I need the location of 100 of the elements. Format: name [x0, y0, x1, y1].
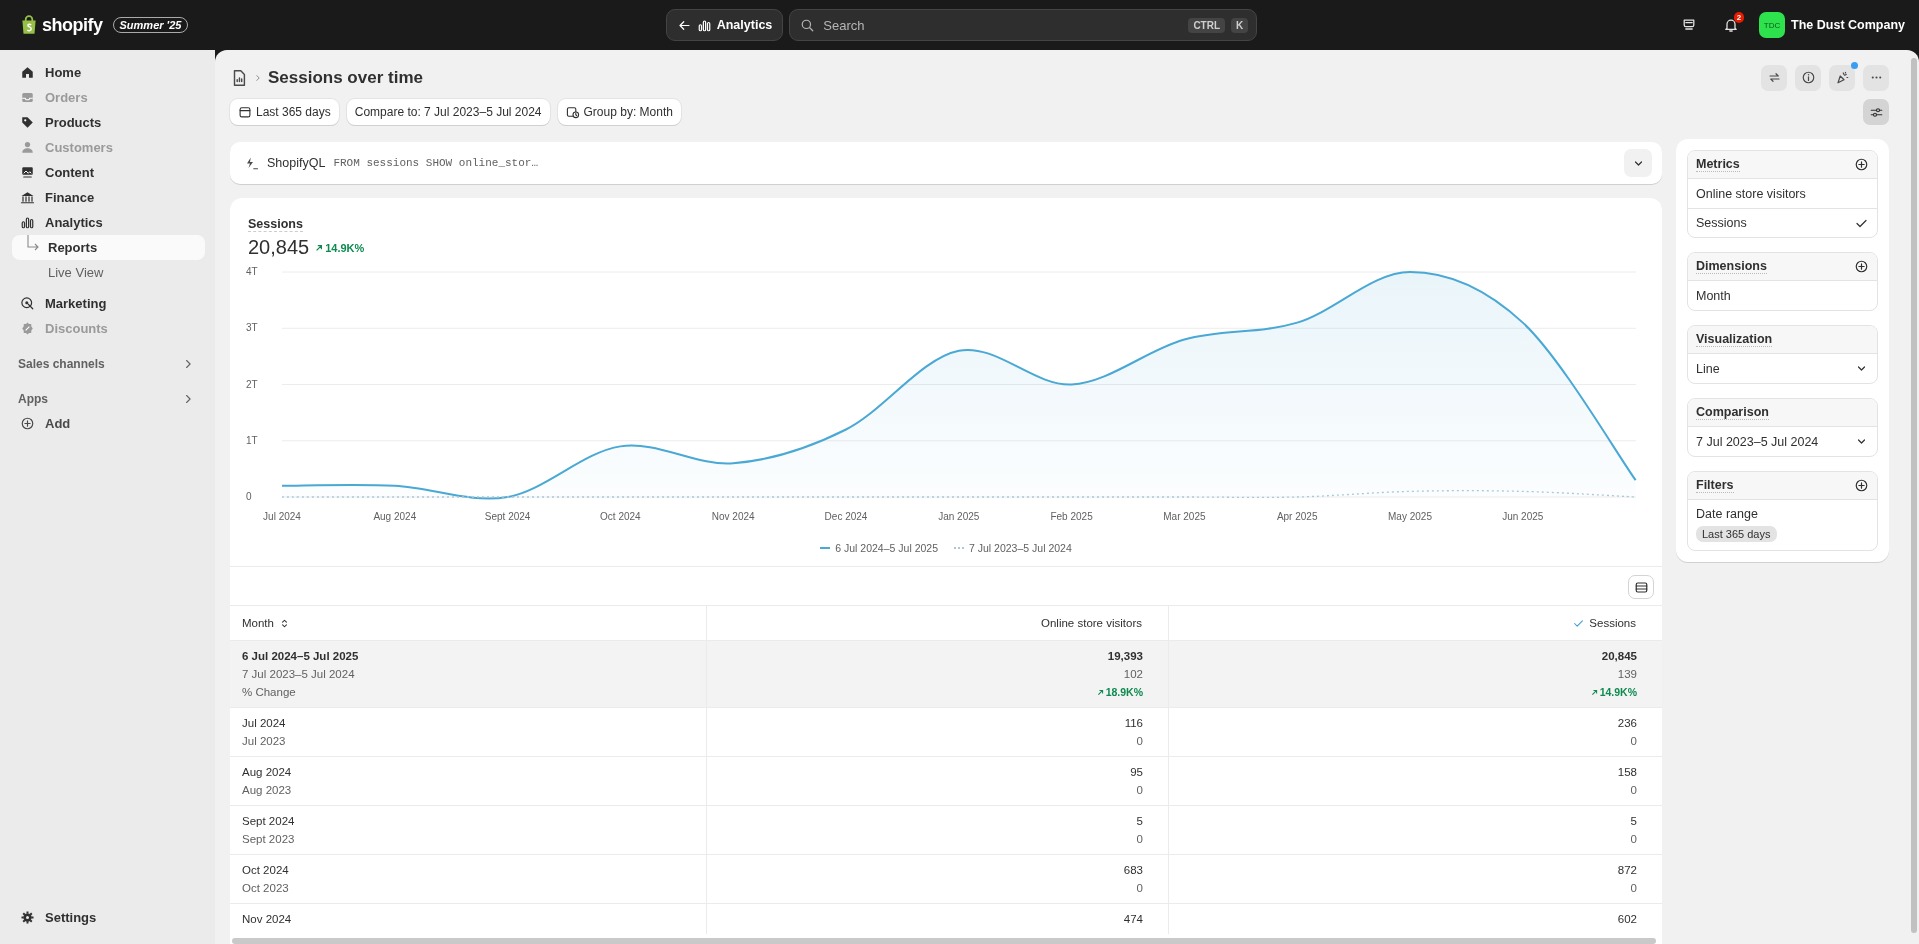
plus-circle-icon — [20, 416, 35, 431]
badge-icon — [20, 321, 35, 336]
table-cell-text: 19,393 — [1106, 649, 1143, 664]
table-cell-text: % Change — [242, 685, 297, 700]
tag-icon — [20, 115, 35, 130]
table-cell-text: 236 — [1616, 716, 1637, 731]
x-axis-label: Aug 2024 — [373, 511, 417, 522]
x-axis-label: Dec 2024 — [824, 511, 868, 522]
filter-button[interactable]: Last 365 days — [230, 99, 339, 125]
table-cell-text: 0 — [1135, 881, 1143, 896]
table-cell-text: Sept 2023 — [242, 832, 296, 847]
section-title: Filters — [1696, 478, 1734, 493]
search-field[interactable]: Search CTRL K — [789, 9, 1258, 41]
x-axis-label: May 2025 — [1388, 511, 1432, 522]
section-title: Visualization — [1696, 332, 1773, 347]
filter-label: Date range — [1696, 507, 1759, 521]
x-axis-label: Jan 2025 — [938, 511, 980, 522]
settings-toggle-button[interactable] — [1863, 99, 1889, 125]
nav-item[interactable]: Marketing — [12, 291, 205, 316]
table-cell-text: Aug 2024 — [242, 765, 293, 780]
table-cell-text: Jul 2024 — [242, 716, 287, 731]
x-axis-label: Apr 2025 — [1276, 511, 1318, 522]
horizontal-scrollbar[interactable] — [232, 938, 1656, 944]
y-axis-label: 3T — [246, 322, 258, 334]
back-button[interactable]: Analytics — [665, 9, 784, 41]
filter-button[interactable]: Compare to: 7 Jul 2023–5 Jul 2024 — [346, 99, 550, 125]
bar-chart-icon — [696, 17, 712, 33]
vertical-scrollbar[interactable] — [1911, 58, 1917, 933]
table-cell-text: 139 — [1616, 667, 1637, 682]
x-axis-label: Jul 2024 — [263, 511, 301, 522]
legend-item: 7 Jul 2023–5 Jul 2024 — [954, 542, 1072, 554]
metric-option[interactable]: Sessions — [1688, 208, 1877, 237]
gear-icon — [20, 910, 35, 925]
nav-item[interactable]: Add — [12, 411, 205, 436]
metric-option[interactable]: Online store visitors — [1688, 179, 1877, 208]
metric-option[interactable]: Month — [1688, 281, 1877, 310]
notification-dot — [1851, 61, 1858, 69]
table-cell-text: 102 — [1122, 667, 1143, 682]
info-icon — [1800, 70, 1816, 85]
table-cell-text: 0 — [1629, 832, 1637, 847]
table-cell-text: 95 — [1129, 765, 1143, 780]
query-code: FROM sessions SHOW online_stor… — [333, 157, 539, 169]
filter-tag[interactable]: Last 365 days — [1696, 526, 1777, 542]
table-cell-text: Aug 2023 — [242, 783, 293, 798]
add-button[interactable] — [1854, 259, 1869, 274]
table-cell-text: Oct 2024 — [242, 863, 290, 878]
table-cell-text: Nov 2024 — [242, 912, 293, 927]
dropdown[interactable]: Line — [1688, 354, 1877, 383]
filter-button[interactable]: Group by: Month — [557, 99, 681, 125]
y-axis-label: 4T — [246, 266, 258, 277]
nav-item[interactable]: Analytics — [12, 210, 205, 235]
nav-item[interactable]: Home — [12, 60, 205, 85]
notification-count: 2 — [1733, 12, 1745, 23]
table-icon — [1633, 579, 1649, 595]
nav-item[interactable]: Finance — [12, 185, 205, 210]
nav-subitem[interactable]: Reports — [12, 235, 205, 260]
shortcut-key: CTRL — [1188, 17, 1226, 33]
home-icon — [20, 65, 35, 80]
monitor-icon — [20, 165, 35, 180]
query-bar[interactable]: ShopifyQL FROM sessions SHOW online_stor… — [230, 142, 1662, 184]
page-title: Sessions over time — [268, 67, 423, 88]
table-cell-text: 0 — [1629, 734, 1637, 749]
notifications-button[interactable]: 2 — [1717, 11, 1746, 39]
search-input[interactable]: Search — [821, 16, 1183, 34]
table-cell-text: 0 — [1629, 783, 1637, 798]
table-cell-text: 474 — [1122, 912, 1143, 927]
column-header[interactable]: Month — [230, 606, 706, 640]
table-cell-text: 683 — [1122, 863, 1143, 878]
section-title: Comparison — [1696, 405, 1769, 420]
table-cell-text: 20,845 — [1600, 649, 1637, 664]
nav-subitem[interactable]: Live View — [12, 260, 205, 285]
table-cell-text: 5 — [1629, 814, 1637, 829]
section-title: Metrics — [1696, 157, 1740, 172]
party-popper-icon — [1834, 70, 1850, 85]
add-button[interactable] — [1854, 478, 1869, 493]
toolbar-button[interactable] — [1829, 64, 1855, 91]
section-header[interactable]: Apps — [12, 386, 205, 411]
x-axis-label: Jun 2025 — [1502, 511, 1544, 522]
add-button[interactable] — [1854, 157, 1869, 172]
store-avatar: TDC — [1759, 12, 1786, 38]
table-cell-text: Sept 2024 — [242, 814, 296, 829]
table-cell-text: 158 — [1616, 765, 1637, 780]
lightning-icon — [244, 155, 259, 171]
x-axis-label: Sept 2024 — [484, 511, 531, 522]
table-view-button[interactable] — [1628, 575, 1654, 599]
connector-arrow-icon — [26, 234, 40, 253]
nav-item[interactable]: Settings — [12, 905, 205, 930]
toolbar-button[interactable] — [1795, 64, 1821, 91]
section-header[interactable]: Sales channels — [12, 351, 205, 376]
y-axis-label: 2T — [246, 378, 258, 390]
nav-item[interactable]: Products — [12, 110, 205, 135]
bar-chart-icon — [20, 215, 35, 230]
nav-item[interactable]: Content — [12, 160, 205, 185]
calendar-clock-icon — [565, 105, 580, 119]
x-axis-label: Feb 2025 — [1050, 511, 1093, 522]
account-button[interactable]: TDC The Dust Company — [1759, 12, 1905, 38]
dropdown[interactable]: 7 Jul 2023–5 Jul 2024 — [1688, 427, 1877, 456]
table-cell-text: 0 — [1135, 734, 1143, 749]
plus-circle-icon — [1854, 259, 1869, 274]
change-indicator: 14.9K% — [315, 241, 365, 254]
